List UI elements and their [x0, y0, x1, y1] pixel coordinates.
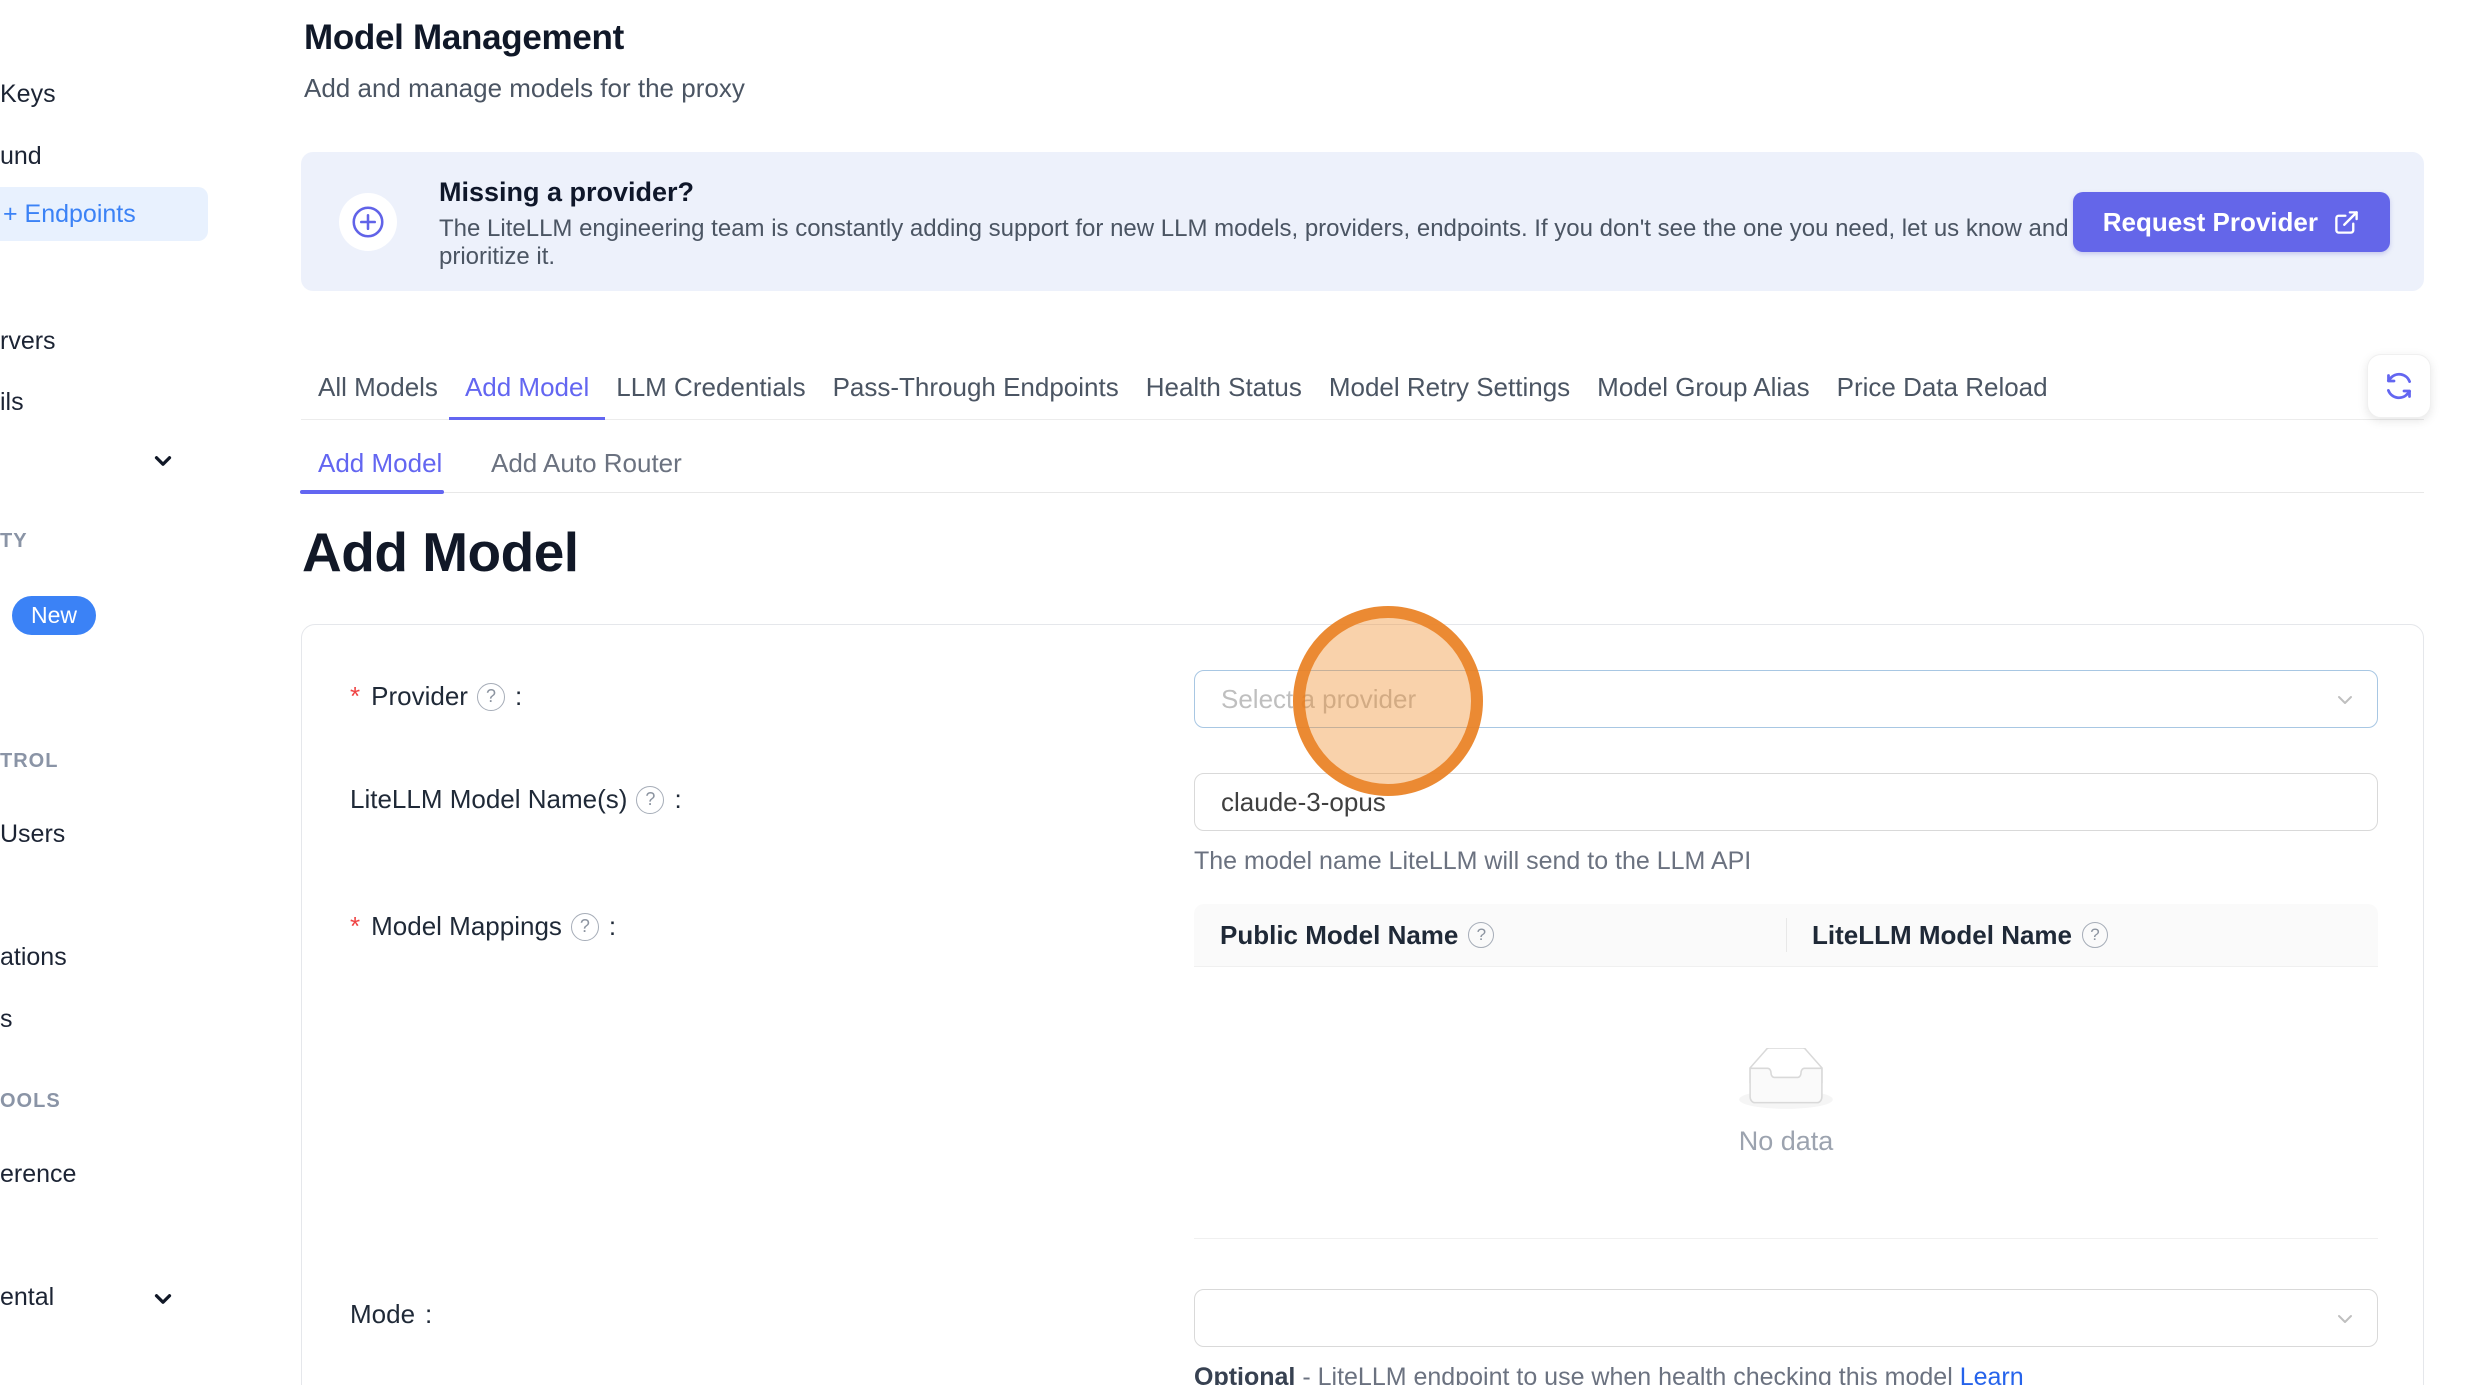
sidebar-item-users[interactable]: Users — [0, 820, 65, 849]
active-subtab-underline — [300, 490, 444, 494]
no-data-text: No data — [1739, 1126, 1834, 1157]
mode-label-text: Mode — [350, 1299, 415, 1330]
chevron-down-icon — [2333, 688, 2357, 712]
required-mark: * — [350, 681, 360, 712]
sidebar-item-playground[interactable]: und — [0, 142, 42, 171]
mappings-empty-state: No data — [1194, 967, 2378, 1239]
model-name-label-text: LiteLLM Model Name(s) — [350, 784, 627, 815]
mode-label: Mode : — [350, 1299, 432, 1330]
tab-pass-through-endpoints[interactable]: Pass-Through Endpoints — [833, 356, 1119, 419]
provider-placeholder: Select a provider — [1221, 684, 1416, 715]
page-title: Model Management — [304, 18, 624, 58]
mode-select[interactable] — [1194, 1289, 2378, 1347]
model-name-label: LiteLLM Model Name(s) ? : — [350, 784, 682, 815]
model-mappings-label: * Model Mappings ? : — [350, 911, 616, 942]
sidebar-section-observability: TY — [0, 530, 28, 553]
provider-select[interactable]: Select a provider — [1194, 670, 2378, 728]
subtab-add-model[interactable]: Add Model — [318, 434, 442, 492]
sidebar-item-label: + Endpoints — [3, 200, 136, 229]
help-icon[interactable]: ? — [1468, 922, 1494, 948]
sidebar-item-guardrails[interactable]: ils — [0, 388, 24, 417]
empty-inbox-icon — [1736, 1048, 1836, 1112]
model-name-value: claude-3-opus — [1221, 787, 1386, 818]
label-colon: : — [425, 1299, 432, 1330]
add-model-heading: Add Model — [302, 520, 579, 584]
tab-health-status[interactable]: Health Status — [1146, 356, 1302, 419]
sidebar: Keys und + Endpoints rvers ils TY New TR… — [0, 0, 212, 1385]
refresh-button[interactable] — [2367, 354, 2431, 418]
plus-circle-icon — [339, 193, 397, 251]
help-icon[interactable]: ? — [571, 913, 599, 941]
tab-model-retry-settings[interactable]: Model Retry Settings — [1329, 356, 1570, 419]
tab-model-group-alias[interactable]: Model Group Alias — [1597, 356, 1809, 419]
banner-title: Missing a provider? — [439, 177, 694, 208]
model-mappings-label-text: Model Mappings — [371, 911, 562, 942]
provider-label-text: Provider — [371, 681, 468, 712]
sidebar-item-experimental[interactable]: ental — [0, 1283, 54, 1312]
page-subtitle: Add and manage models for the proxy — [304, 73, 745, 104]
tab-add-model[interactable]: Add Model — [465, 356, 589, 419]
help-icon[interactable]: ? — [477, 683, 505, 711]
required-mark: * — [350, 911, 360, 942]
model-tabs: All Models Add Model LLM Credentials Pas… — [301, 356, 2424, 420]
model-mappings-table: Public Model Name ? LiteLLM Model Name ? — [1194, 904, 2378, 1239]
sidebar-item-organizations[interactable]: ations — [0, 943, 67, 972]
add-model-subtabs: Add Model Add Auto Router — [301, 434, 2424, 493]
column-public-model-name: Public Model Name ? — [1194, 904, 1786, 966]
model-management-page: Keys und + Endpoints rvers ils TY New TR… — [0, 0, 2477, 1385]
sidebar-section-access-control: TROL — [0, 750, 58, 773]
chevron-down-icon[interactable] — [150, 448, 176, 474]
label-colon: : — [515, 681, 522, 712]
column-label: Public Model Name — [1220, 920, 1458, 951]
missing-provider-banner: Missing a provider? The LiteLLM engineer… — [301, 152, 2424, 291]
model-name-helper: The model name LiteLLM will send to the … — [1194, 847, 1751, 876]
column-litellm-model-name: LiteLLM Model Name ? — [1786, 904, 2378, 966]
help-icon[interactable]: ? — [636, 786, 664, 814]
tab-price-data-reload[interactable]: Price Data Reload — [1837, 356, 2048, 419]
sidebar-item-api-reference[interactable]: erence — [0, 1160, 76, 1189]
request-provider-label: Request Provider — [2103, 207, 2318, 238]
column-label: LiteLLM Model Name — [1812, 920, 2072, 951]
provider-label: * Provider ? : — [350, 681, 522, 712]
external-link-icon — [2333, 209, 2360, 236]
tab-all-models[interactable]: All Models — [318, 356, 438, 419]
mode-helper-optional: Optional — [1194, 1363, 1295, 1385]
sidebar-item-servers[interactable]: rvers — [0, 327, 56, 356]
mappings-table-header: Public Model Name ? LiteLLM Model Name ? — [1194, 904, 2378, 967]
add-model-form-card: * Provider ? : Select a provider LiteLLM… — [301, 624, 2424, 1385]
banner-body: The LiteLLM engineering team is constant… — [439, 215, 2129, 271]
label-colon: : — [609, 911, 616, 942]
sidebar-item-keys[interactable]: Keys — [0, 80, 56, 109]
request-provider-button[interactable]: Request Provider — [2073, 192, 2390, 252]
learn-more-link[interactable]: Learn — [1960, 1363, 2024, 1385]
label-colon: : — [674, 784, 681, 815]
tab-llm-credentials[interactable]: LLM Credentials — [616, 356, 805, 419]
mode-helper-text: - LiteLLM endpoint to use when health ch… — [1302, 1363, 1952, 1385]
help-icon[interactable]: ? — [2082, 922, 2108, 948]
refresh-icon — [2384, 371, 2414, 401]
chevron-down-icon — [2333, 1307, 2357, 1331]
sidebar-section-tools: OOLS — [0, 1090, 61, 1113]
model-name-input[interactable]: claude-3-opus — [1194, 773, 2378, 831]
sidebar-item-teams[interactable]: s — [0, 1005, 13, 1034]
sidebar-item-models-endpoints[interactable]: + Endpoints — [0, 187, 208, 241]
mode-helper: Optional - LiteLLM endpoint to use when … — [1194, 1363, 2024, 1385]
chevron-down-icon[interactable] — [150, 1286, 176, 1312]
new-badge[interactable]: New — [12, 596, 96, 635]
subtab-add-auto-router[interactable]: Add Auto Router — [491, 434, 682, 492]
